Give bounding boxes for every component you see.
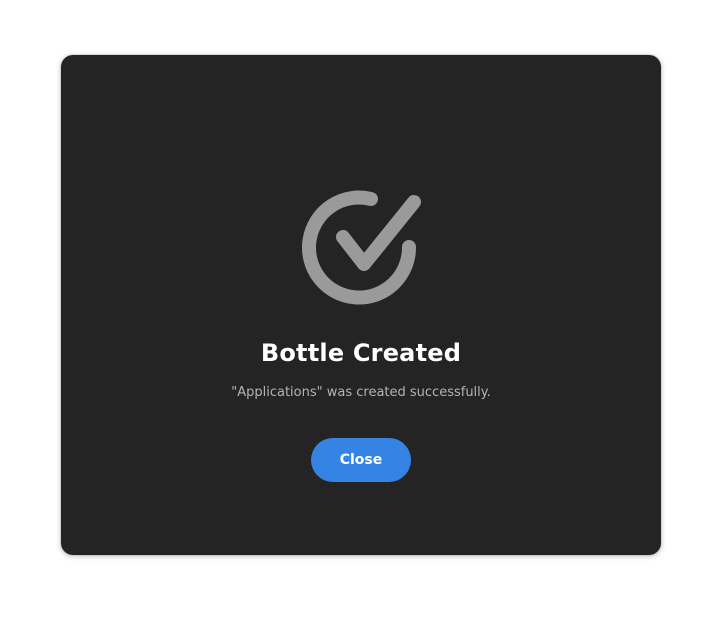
bottle-created-dialog: Bottle Created "Applications" was create… <box>61 55 661 555</box>
dialog-description: "Applications" was created successfully. <box>231 385 491 400</box>
close-button[interactable]: Close <box>311 438 411 482</box>
dialog-title: Bottle Created <box>260 339 462 367</box>
window-backdrop: Bottle Created "Applications" was create… <box>0 0 722 622</box>
check-circle-icon <box>301 177 429 305</box>
